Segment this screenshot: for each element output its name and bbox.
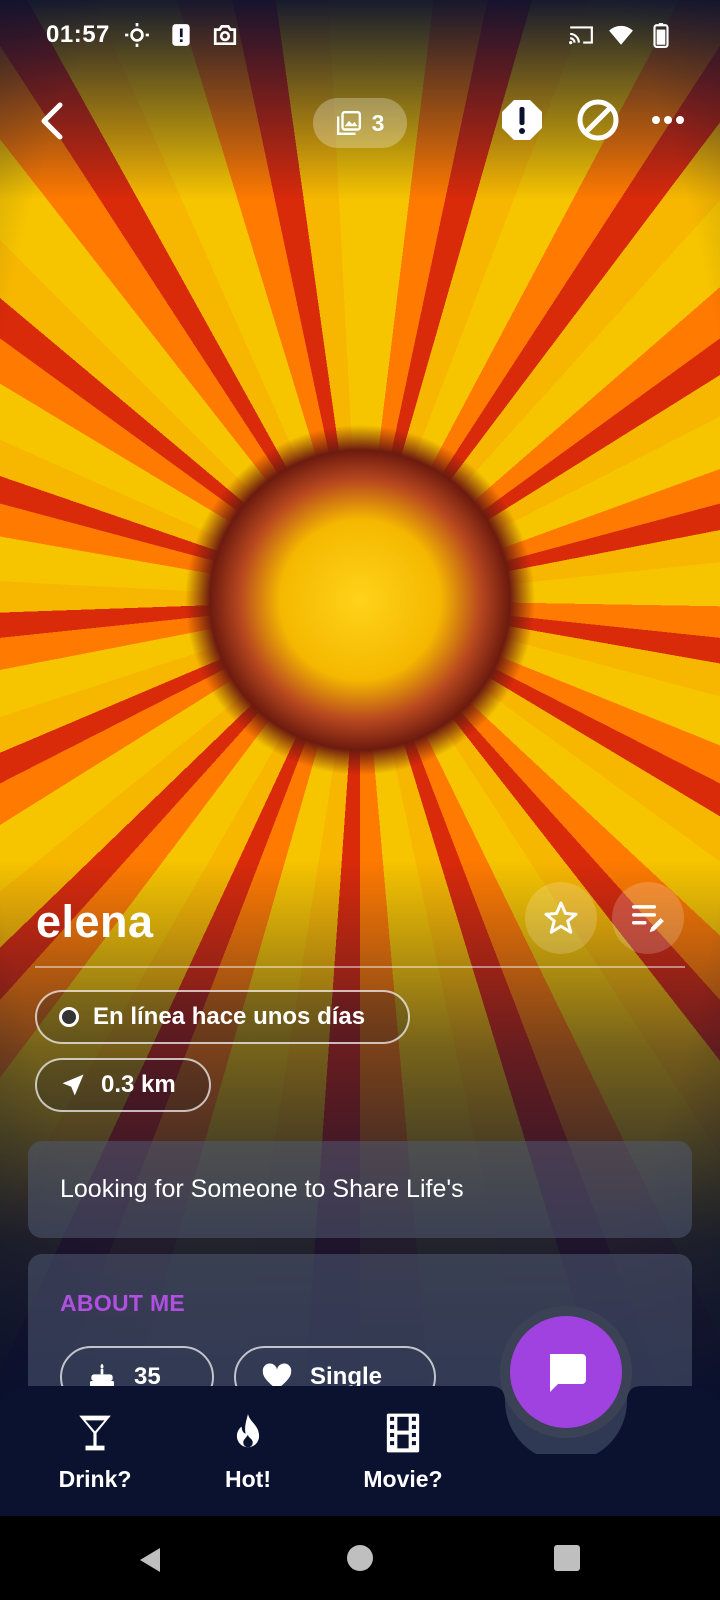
cocktail-icon bbox=[79, 1415, 111, 1451]
favorite-button[interactable] bbox=[525, 882, 597, 954]
more-icon bbox=[652, 116, 684, 124]
edit-note-icon bbox=[632, 905, 664, 933]
nav-movie-label: Movie? bbox=[363, 1466, 443, 1492]
name-divider bbox=[35, 966, 685, 968]
headline-card: Looking for Someone to Share Life's bbox=[28, 1141, 692, 1238]
report-button[interactable] bbox=[498, 96, 546, 144]
wifi-icon bbox=[609, 25, 633, 45]
nav-drink[interactable]: Drink? bbox=[30, 1412, 160, 1493]
online-status-text: En línea hace unos días bbox=[93, 1003, 366, 1030]
location-arrow-icon bbox=[62, 1074, 84, 1096]
nav-hot-label: Hot! bbox=[225, 1466, 271, 1492]
about-me-title: ABOUT ME bbox=[60, 1290, 186, 1316]
chat-button[interactable] bbox=[510, 1316, 622, 1428]
block-icon bbox=[577, 99, 619, 141]
back-arrow-icon bbox=[41, 102, 63, 140]
nav-hot[interactable]: Hot! bbox=[183, 1412, 313, 1493]
star-icon bbox=[544, 901, 578, 934]
brightness-icon bbox=[124, 23, 149, 47]
status-right-icons bbox=[568, 22, 674, 48]
chat-icon bbox=[550, 1354, 586, 1392]
online-status-chip: En línea hace unos días bbox=[35, 990, 410, 1044]
flame-icon bbox=[236, 1414, 260, 1448]
photo-count: 3 bbox=[371, 109, 385, 136]
status-bar: 01:57 bbox=[0, 0, 720, 70]
bottom-navigation: Drink? Hot! Movie? bbox=[0, 1386, 720, 1516]
more-options-button[interactable] bbox=[644, 96, 692, 144]
system-home-icon[interactable] bbox=[347, 1545, 373, 1571]
report-icon bbox=[502, 100, 542, 140]
distance-chip: 0.3 km bbox=[35, 1058, 211, 1112]
system-navigation-bar bbox=[0, 1516, 720, 1600]
online-dot-icon bbox=[59, 1007, 79, 1027]
back-button[interactable] bbox=[30, 94, 74, 148]
battery-icon bbox=[653, 23, 669, 48]
distance-text: 0.3 km bbox=[101, 1071, 176, 1098]
profile-top-bar: 3 bbox=[0, 86, 720, 156]
block-button[interactable] bbox=[574, 96, 622, 144]
film-icon bbox=[386, 1413, 420, 1453]
status-time: 01:57 bbox=[46, 21, 110, 48]
camera-icon bbox=[213, 24, 236, 46]
gallery-icon bbox=[336, 110, 361, 136]
system-recents-icon[interactable] bbox=[554, 1545, 580, 1571]
alert-icon bbox=[172, 24, 190, 46]
nav-movie[interactable]: Movie? bbox=[338, 1412, 468, 1493]
system-back-icon[interactable] bbox=[138, 1546, 162, 1574]
edit-note-button[interactable] bbox=[612, 882, 684, 954]
cast-icon bbox=[569, 26, 593, 45]
nav-drink-label: Drink? bbox=[58, 1466, 132, 1492]
profile-name: elena bbox=[36, 896, 154, 947]
headline-text: Looking for Someone to Share Life's bbox=[60, 1175, 464, 1203]
status-left-icons bbox=[124, 22, 238, 48]
photo-counter-button[interactable]: 3 bbox=[313, 98, 407, 148]
